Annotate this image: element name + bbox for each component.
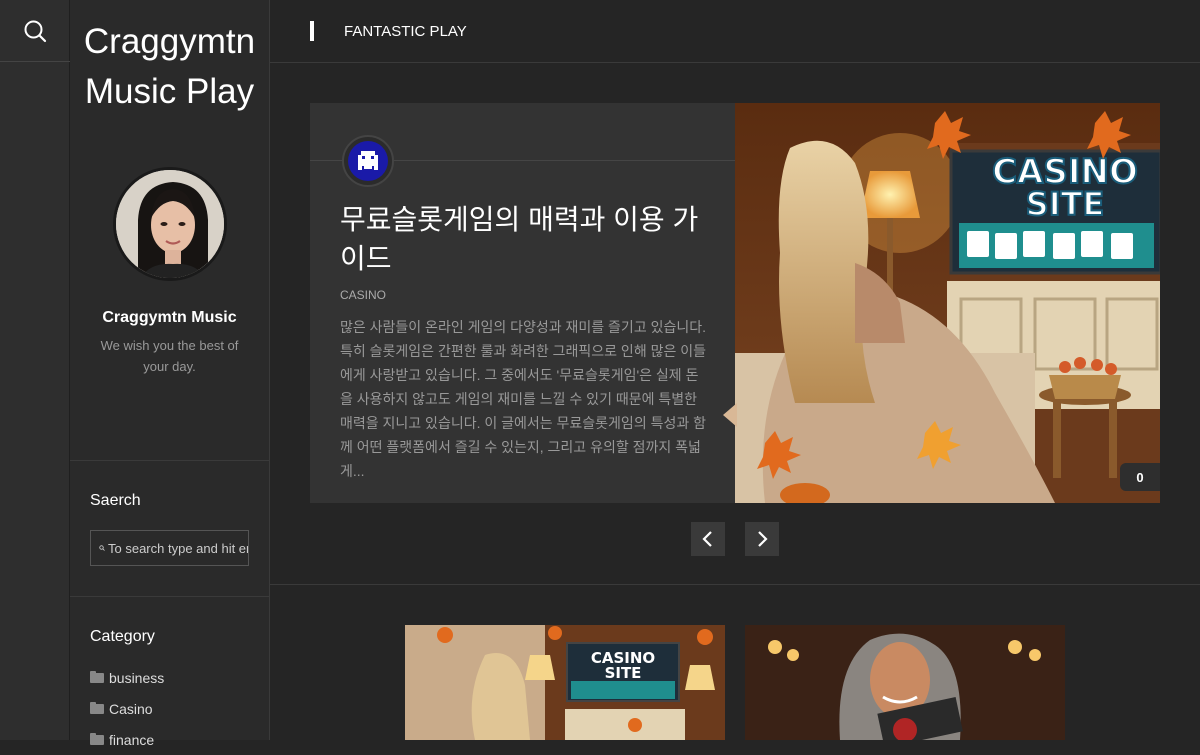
category-label: Casino <box>109 700 153 717</box>
category-list: business Casino finance <box>90 662 164 755</box>
featured-excerpt: 많은 사람들이 온라인 게임의 다양성과 재미를 즐기고 있습니다. 특히 슬롯… <box>340 319 706 479</box>
folder-icon <box>90 670 104 683</box>
section-divider <box>270 584 1200 585</box>
icon-rail <box>0 0 70 740</box>
sidebar: Craggymtn Music Play Craggymtn Music We … <box>70 0 270 748</box>
avatar <box>112 167 227 281</box>
search-input[interactable] <box>108 540 248 556</box>
section-title[interactable]: FANTASTIC PLAY <box>344 23 467 40</box>
post-thumbnail[interactable]: CASINO SITE <box>405 625 725 740</box>
category-heading: Category <box>90 628 155 645</box>
casino-sign-line2: SITE <box>1026 185 1105 223</box>
main-content: FANTASTIC PLAY 무료슬롯게임의 매력과 이용 가이드 CASINO… <box>270 0 1200 740</box>
search-heading: Saerch <box>90 492 141 509</box>
sidebar-divider <box>70 460 269 461</box>
featured-image[interactable]: CASINO SITE 0 <box>735 103 1160 503</box>
chevron-right-icon <box>758 531 768 547</box>
owner-description: We wish you the best of your day. <box>100 338 239 374</box>
category-label: business <box>109 669 165 686</box>
comment-count-badge[interactable]: 0 <box>1120 463 1160 491</box>
search-box[interactable] <box>90 530 249 566</box>
featured-text-panel: 무료슬롯게임의 매력과 이용 가이드 CASINO 많은 사람들이 온라인 게임… <box>310 103 735 503</box>
category-item-casino[interactable]: Casino <box>90 693 164 724</box>
slider-prev-button[interactable] <box>691 522 725 556</box>
featured-category[interactable]: CASINO <box>340 288 386 302</box>
folder-icon <box>90 701 104 714</box>
search-toggle-button[interactable] <box>0 0 70 62</box>
featured-title[interactable]: 무료슬롯게임의 매력과 이용 가이드 <box>340 200 715 278</box>
blog-title[interactable]: Craggymtn Music Play <box>70 0 269 117</box>
owner-name: Craggymtn Music <box>102 309 237 326</box>
search-icon <box>24 20 47 42</box>
search-icon <box>99 545 105 551</box>
slider-next-button[interactable] <box>745 522 779 556</box>
thumb-sign-line2: SITE <box>605 664 642 682</box>
top-bar: FANTASTIC PLAY <box>270 0 1200 63</box>
slide-notch <box>723 403 737 427</box>
pixel-character-icon <box>348 141 388 181</box>
sidebar-divider <box>70 596 269 597</box>
post-thumbnail[interactable] <box>745 625 1065 740</box>
title-marker <box>310 21 314 41</box>
featured-slide[interactable]: 무료슬롯게임의 매력과 이용 가이드 CASINO 많은 사람들이 온라인 게임… <box>310 103 1160 503</box>
author-avatar[interactable] <box>342 135 394 187</box>
chevron-left-icon <box>702 531 712 547</box>
category-item-business[interactable]: business <box>90 662 164 693</box>
